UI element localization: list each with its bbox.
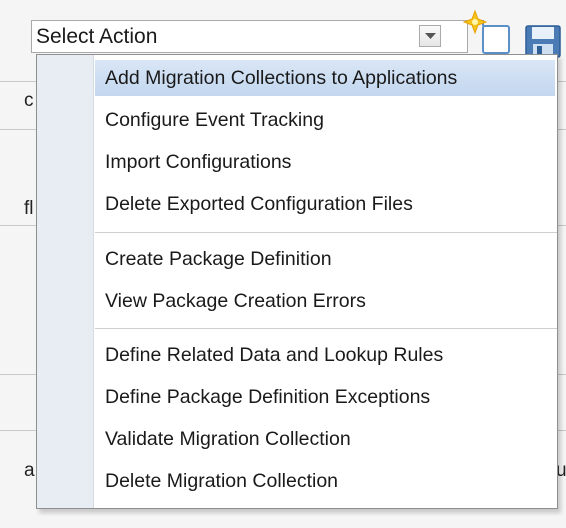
menu-item-label: Validate Migration Collection [105, 428, 351, 450]
menu-separator [95, 328, 557, 330]
action-dropdown-menu: Add Migration Collections to Application… [36, 54, 558, 509]
menu-item-label: Define Package Definition Exceptions [105, 386, 431, 408]
menu-item-delete-migration-collection[interactable]: Delete Migration Collection [95, 463, 555, 499]
menu-item-define-related-data-lookup-rules[interactable]: Define Related Data and Lookup Rules [95, 337, 555, 373]
background-text-fragment: fl [24, 198, 34, 219]
new-sparkle-icon[interactable] [461, 9, 513, 54]
menu-item-label: View Package Creation Errors [105, 290, 366, 312]
menu-item-label: Create Package Definition [105, 248, 332, 270]
menu-icon-gutter [37, 55, 94, 508]
menu-item-label: Import Configurations [105, 151, 292, 173]
menu-item-label: Define Related Data and Lookup Rules [105, 344, 444, 366]
menu-item-validate-migration-collection[interactable]: Validate Migration Collection [95, 421, 555, 457]
menu-item-label: Add Migration Collections to Application… [105, 67, 458, 89]
menu-item-create-package-definition[interactable]: Create Package Definition [95, 241, 555, 277]
action-select[interactable]: Select Action [31, 20, 468, 53]
menu-item-configure-event-tracking[interactable]: Configure Event Tracking [95, 102, 555, 138]
menu-item-view-package-creation-errors[interactable]: View Package Creation Errors [95, 283, 555, 319]
background-text-fragment: c [24, 90, 34, 111]
menu-item-label: Delete Exported Configuration Files [105, 193, 413, 215]
menu-separator [95, 232, 557, 234]
menu-item-label: Configure Event Tracking [105, 109, 324, 131]
save-floppy-icon[interactable] [524, 24, 562, 58]
action-select-value: Select Action [36, 25, 158, 48]
menu-item-import-configurations[interactable]: Import Configurations [95, 144, 555, 180]
background-text-fragment: a [24, 460, 35, 481]
menu-item-define-package-definition-exceptions[interactable]: Define Package Definition Exceptions [95, 379, 555, 415]
chevron-down-icon[interactable] [419, 25, 441, 47]
menu-item-delete-exported-configuration-files[interactable]: Delete Exported Configuration Files [95, 186, 555, 222]
menu-item-add-migration-collections[interactable]: Add Migration Collections to Application… [95, 60, 555, 96]
menu-item-label: Delete Migration Collection [105, 470, 339, 492]
